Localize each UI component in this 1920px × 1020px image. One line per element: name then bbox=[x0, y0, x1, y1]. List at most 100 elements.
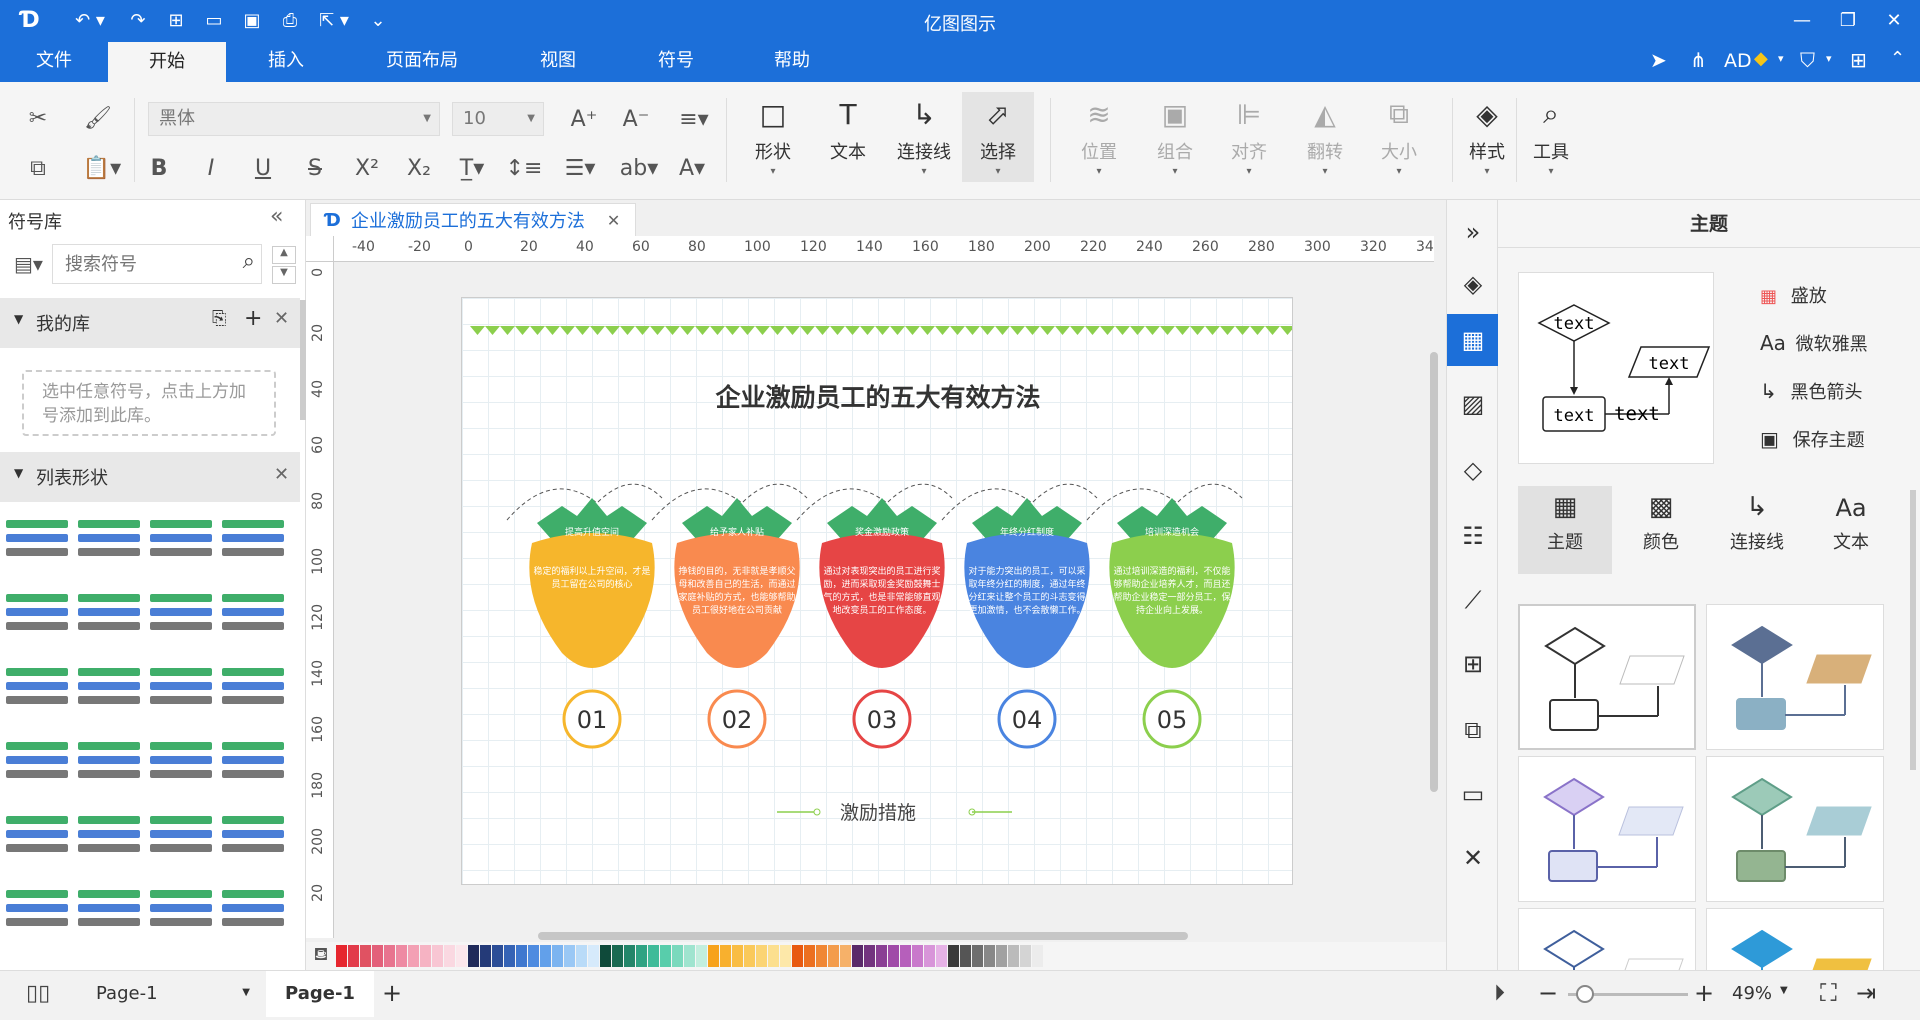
zoom-slider-handle[interactable] bbox=[1576, 985, 1594, 1003]
add-page-icon[interactable]: + bbox=[382, 979, 402, 1007]
page-panel-icon[interactable]: ▯▯ bbox=[26, 981, 50, 1006]
cut-icon[interactable]: ✂ bbox=[20, 100, 56, 136]
zoom-in-icon[interactable]: + bbox=[1694, 979, 1714, 1007]
color-swatch[interactable] bbox=[396, 945, 407, 967]
color-swatch[interactable] bbox=[924, 945, 935, 967]
color-swatch[interactable] bbox=[864, 945, 875, 967]
list-shape-tile[interactable] bbox=[150, 520, 216, 576]
color-swatch[interactable] bbox=[480, 945, 491, 967]
list-shape-tile[interactable] bbox=[78, 594, 144, 650]
font-family-select[interactable]: 黑体 ▼ bbox=[148, 102, 440, 136]
color-swatch[interactable] bbox=[1020, 945, 1031, 967]
skin-icon[interactable]: ⛉ bbox=[1800, 48, 1815, 72]
theme-tab-text[interactable]: Aa 文本 bbox=[1804, 486, 1898, 574]
fruit-item[interactable]: 年终分红制度对于能力突出的员工，可以采取年终分红的制度，通过年终分红来让整个员工… bbox=[941, 483, 1098, 749]
style-button[interactable]: ◈ 样式 ▾ bbox=[1454, 92, 1520, 182]
copy-icon[interactable]: ⧉ bbox=[20, 150, 56, 186]
color-swatch[interactable] bbox=[900, 945, 911, 967]
presentation-icon[interactable]: ▭ bbox=[1447, 768, 1499, 820]
color-swatch[interactable] bbox=[612, 945, 623, 967]
group-button[interactable]: ▣ 组合 ▾ bbox=[1142, 92, 1208, 182]
layers-icon[interactable]: ◇ bbox=[1447, 444, 1499, 496]
list-shape-tile[interactable] bbox=[78, 742, 144, 798]
list-shape-tile[interactable] bbox=[222, 668, 288, 724]
import-icon[interactable]: ⎘ bbox=[212, 308, 226, 329]
color-swatch[interactable] bbox=[708, 945, 719, 967]
italic-icon[interactable]: I bbox=[196, 150, 226, 186]
search-icon[interactable]: ⌕ bbox=[243, 249, 255, 274]
color-swatch[interactable] bbox=[732, 945, 743, 967]
search-input[interactable] bbox=[53, 245, 223, 283]
restore-button[interactable]: ❐ bbox=[1826, 4, 1870, 36]
page-tab[interactable]: Page-1 bbox=[266, 971, 374, 1017]
expand-panel-icon[interactable]: » bbox=[1447, 206, 1499, 258]
list-shape-tile[interactable] bbox=[222, 816, 288, 872]
color-swatch[interactable] bbox=[936, 945, 947, 967]
close-button[interactable]: ✕ bbox=[1872, 4, 1916, 36]
fit-page-icon[interactable]: ⛶ bbox=[1820, 979, 1837, 1007]
list-shape-tile[interactable] bbox=[78, 890, 144, 946]
attachment-icon[interactable]: ⧉ bbox=[1447, 704, 1499, 756]
color-swatch[interactable] bbox=[456, 945, 467, 967]
color-swatch[interactable] bbox=[660, 945, 671, 967]
user-name[interactable]: AD bbox=[1724, 50, 1752, 72]
color-swatch[interactable] bbox=[744, 945, 755, 967]
underline-icon[interactable]: U bbox=[248, 150, 278, 186]
theme-card[interactable] bbox=[1706, 756, 1884, 902]
close-icon[interactable]: ✕ bbox=[274, 308, 289, 329]
list-shape-tile[interactable] bbox=[150, 668, 216, 724]
theme-tab-color[interactable]: ▩ 颜色 bbox=[1614, 486, 1708, 574]
shape-button[interactable]: □ 形状 ▾ bbox=[740, 92, 806, 182]
shuffle-icon[interactable]: ✕ bbox=[1447, 832, 1499, 884]
color-swatch[interactable] bbox=[444, 945, 455, 967]
close-icon[interactable]: ✕ bbox=[274, 464, 289, 485]
theme-card[interactable] bbox=[1706, 604, 1884, 750]
color-swatch[interactable] bbox=[792, 945, 803, 967]
superscript-icon[interactable]: X² bbox=[350, 150, 384, 186]
font-grow-icon[interactable]: A⁺ bbox=[566, 102, 602, 136]
theme-option-font[interactable]: Aa 微软雅黑 bbox=[1760, 330, 1868, 356]
bullet-list-icon[interactable]: ☰▾ bbox=[560, 150, 600, 186]
color-swatch[interactable] bbox=[804, 945, 815, 967]
list-shape-tile[interactable] bbox=[222, 520, 288, 576]
color-swatch[interactable] bbox=[756, 945, 767, 967]
color-swatch[interactable] bbox=[468, 945, 479, 967]
diagram-page[interactable]: 企业激励员工的五大有效方法 提高升值空间 稳定的福利以上升空间，才是 员工留在公司的… bbox=[461, 297, 1293, 885]
size-button[interactable]: ⧉ 大小 ▾ bbox=[1366, 92, 1432, 182]
color-swatch[interactable] bbox=[588, 945, 599, 967]
color-swatch[interactable] bbox=[768, 945, 779, 967]
theme-card[interactable] bbox=[1518, 908, 1696, 970]
color-swatch[interactable] bbox=[408, 945, 419, 967]
scroll-down-icon[interactable]: ▼ bbox=[272, 266, 296, 284]
format-painter-icon[interactable]: 🖌 bbox=[80, 100, 116, 136]
collapse-panel-icon[interactable]: « bbox=[270, 204, 283, 229]
tab-help[interactable]: 帮助 bbox=[756, 40, 828, 82]
paste-icon[interactable]: 📋▾ bbox=[80, 150, 124, 186]
table-icon[interactable]: ⊞ bbox=[1447, 638, 1499, 690]
list-shape-tile[interactable] bbox=[150, 816, 216, 872]
theme-tab-connector[interactable]: ↳ 连接线 bbox=[1710, 486, 1804, 574]
font-color-icon[interactable]: A▾ bbox=[672, 150, 712, 186]
color-swatch[interactable] bbox=[816, 945, 827, 967]
fill-icon[interactable]: ◈ bbox=[1447, 258, 1499, 310]
color-swatch[interactable] bbox=[840, 945, 851, 967]
close-tab-icon[interactable]: ✕ bbox=[607, 211, 620, 230]
diagram-title[interactable]: 企业激励员工的五大有效方法 bbox=[715, 383, 1040, 412]
page-select[interactable]: Page-1 ▼ bbox=[96, 983, 250, 1004]
color-swatch[interactable] bbox=[636, 945, 647, 967]
color-swatch[interactable] bbox=[648, 945, 659, 967]
list-shape-tile[interactable] bbox=[6, 816, 72, 872]
list-shape-tile[interactable] bbox=[222, 890, 288, 946]
theme-icon[interactable]: ▦ bbox=[1447, 314, 1499, 366]
color-swatch[interactable] bbox=[432, 945, 443, 967]
color-swatch[interactable] bbox=[540, 945, 551, 967]
fruit-item[interactable]: 给予家人补贴挣钱的目的，无非就是孝顺父母和改善自己的生活，而通过家庭补贴的方式，… bbox=[651, 483, 808, 749]
diagram-footer[interactable]: 激励措施 bbox=[840, 802, 916, 824]
theme-scrollbar[interactable] bbox=[1910, 490, 1916, 770]
list-shape-tile[interactable] bbox=[150, 594, 216, 650]
list-shape-tile[interactable] bbox=[150, 742, 216, 798]
list-shape-tile[interactable] bbox=[222, 594, 288, 650]
color-swatch[interactable] bbox=[420, 945, 431, 967]
list-shape-tile[interactable] bbox=[78, 668, 144, 724]
subscript-icon[interactable]: X₂ bbox=[402, 150, 436, 186]
